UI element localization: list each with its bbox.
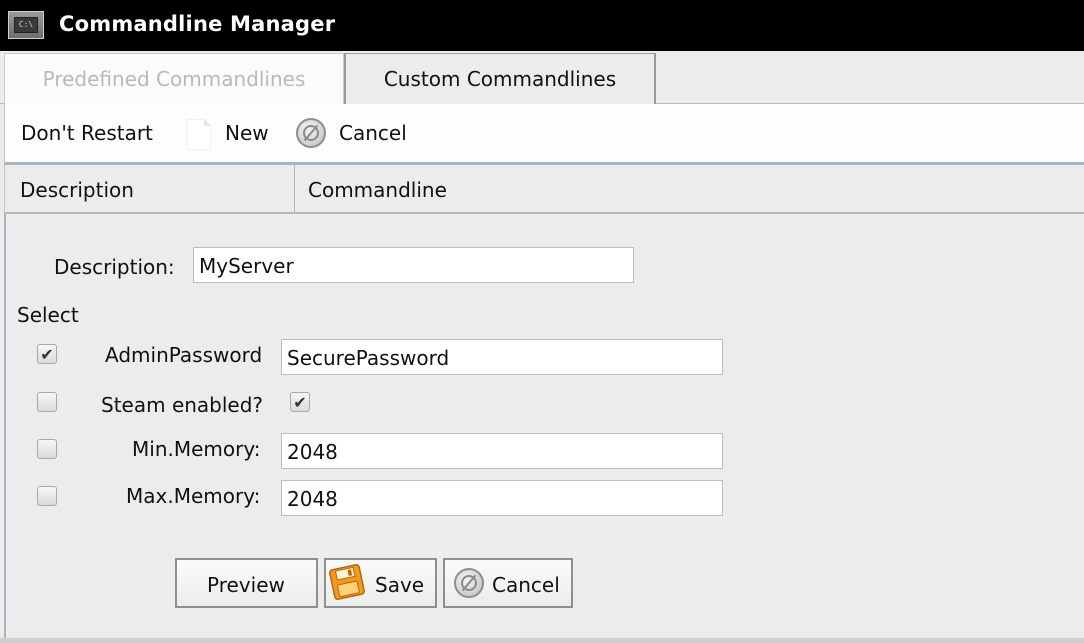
table-header: Description Commandline xyxy=(4,165,1084,214)
commandline-form: Description: Select ✔ AdminPassword Stea… xyxy=(4,214,1084,643)
steam-enabled-label: Steam enabled? xyxy=(101,393,264,417)
select-steam-checkbox[interactable] xyxy=(37,392,57,412)
preview-button[interactable]: Preview xyxy=(175,558,318,608)
adminpassword-input[interactable] xyxy=(281,339,723,375)
save-button-label: Save xyxy=(375,573,425,597)
max-memory-label: Max.Memory: xyxy=(126,484,261,508)
toolbar-cancel-button[interactable]: Cancel xyxy=(339,121,407,145)
new-button[interactable]: New xyxy=(225,121,269,145)
console-icon-screen: C:\ xyxy=(14,17,38,33)
form-cancel-button[interactable]: Cancel xyxy=(443,558,573,608)
description-input[interactable] xyxy=(193,247,634,283)
tab-custom-commandlines[interactable]: Custom Commandlines xyxy=(344,53,656,104)
save-button[interactable]: Save xyxy=(324,558,437,608)
bottom-border xyxy=(0,638,1084,643)
tab-predefined-commandlines[interactable]: Predefined Commandlines xyxy=(4,53,344,104)
steam-enabled-checkbox[interactable]: ✔ xyxy=(290,392,310,412)
floppy-disk-icon xyxy=(329,564,365,600)
new-document-icon[interactable] xyxy=(187,119,211,150)
tab-bar: Predefined Commandlines Custom Commandli… xyxy=(0,51,1084,104)
cancel-icon xyxy=(454,568,484,598)
min-memory-label: Min.Memory: xyxy=(132,437,261,461)
dont-restart-button[interactable]: Don't Restart xyxy=(21,121,153,145)
adminpassword-label: AdminPassword xyxy=(105,343,263,367)
column-header-commandline[interactable]: Commandline xyxy=(295,165,447,212)
form-cancel-button-label: Cancel xyxy=(492,573,560,597)
min-memory-input[interactable] xyxy=(281,433,723,469)
toolbar: Don't Restart New Cancel xyxy=(4,104,1084,165)
cancel-icon[interactable] xyxy=(296,118,326,148)
window-title: Commandline Manager xyxy=(59,12,336,36)
max-memory-input[interactable] xyxy=(281,480,723,516)
title-bar: C:\ Commandline Manager xyxy=(0,0,1084,51)
description-label: Description: xyxy=(54,255,175,279)
select-max-memory-checkbox[interactable] xyxy=(37,486,57,506)
column-header-description[interactable]: Description xyxy=(5,165,295,212)
select-label: Select xyxy=(17,303,79,327)
console-icon: C:\ xyxy=(8,11,44,39)
preview-button-label: Preview xyxy=(207,573,285,597)
select-adminpassword-checkbox[interactable]: ✔ xyxy=(37,344,57,364)
select-min-memory-checkbox[interactable] xyxy=(37,439,57,459)
